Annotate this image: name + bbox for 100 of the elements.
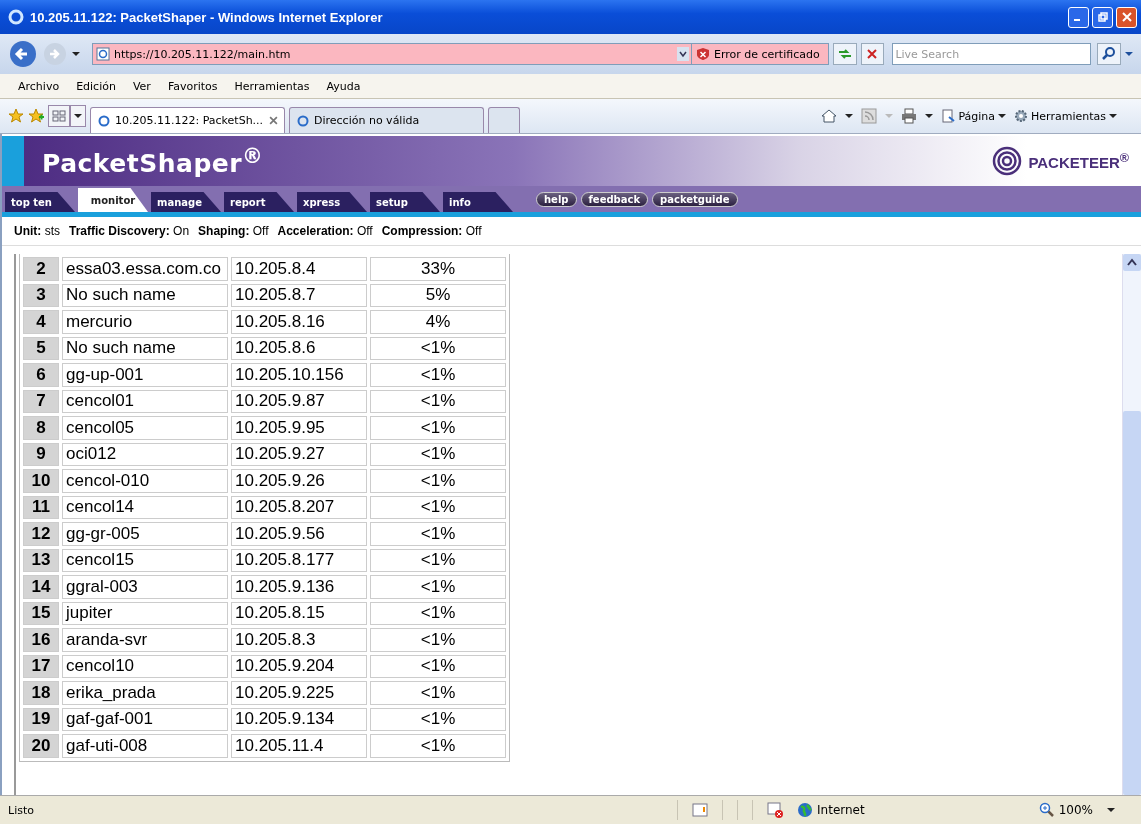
table-cell: 2	[23, 257, 59, 281]
status-item: Traffic Discovery: On	[69, 224, 190, 238]
table-cell: cencol10	[62, 654, 228, 678]
new-tab-button[interactable]	[488, 107, 520, 133]
browser-tab[interactable]: Dirección no válida	[289, 107, 484, 133]
certificate-error-button[interactable]: Error de certificado	[690, 43, 829, 65]
table-cell: oci012	[62, 442, 228, 466]
table-cell: essa03.essa.com.co	[62, 257, 228, 281]
table-cell: mercurio	[62, 310, 228, 334]
browser-logo-icon	[296, 113, 310, 128]
table-cell: <1%	[370, 575, 506, 599]
table-cell: erika_prada	[62, 681, 228, 705]
dropdown-icon[interactable]	[1125, 52, 1133, 56]
dropdown-icon[interactable]	[845, 114, 854, 118]
restore-icon	[1096, 11, 1109, 23]
zoom-control[interactable]: 100%	[1038, 802, 1093, 818]
table-cell: 5	[23, 336, 59, 360]
table-cell: 20	[23, 734, 59, 758]
caret-icon	[74, 114, 82, 118]
table-cell: 10.205.8.7	[231, 283, 367, 307]
minimize-button[interactable]	[1068, 6, 1089, 28]
browser-logo-icon	[8, 9, 24, 25]
warning-icon	[692, 802, 709, 818]
table-cell: 10.205.9.134	[231, 707, 367, 731]
table-cell: <1%	[370, 548, 506, 572]
stop-button[interactable]	[860, 43, 885, 65]
table-cell: <1%	[370, 416, 506, 440]
table-cell: 10.205.9.27	[231, 442, 367, 466]
dropdown-icon[interactable]	[925, 114, 934, 118]
table-cell: 10.205.9.95	[231, 416, 367, 440]
back-button[interactable]	[8, 39, 38, 69]
table-cell: <1%	[370, 654, 506, 678]
address-field[interactable]: https://10.205.11.122/main.htm	[91, 43, 692, 65]
table-cell: <1%	[370, 336, 506, 360]
table-cell: 4	[23, 310, 59, 334]
window-title: 10.205.11.122: PacketShaper - Windows Internet Explorer	[30, 9, 384, 25]
table-cell: <1%	[370, 734, 506, 758]
table-cell: 10.205.9.225	[231, 681, 367, 705]
table-cell: <1%	[370, 601, 506, 625]
menu-item[interactable]: Ver	[132, 79, 151, 93]
tab-list-button[interactable]	[70, 105, 86, 127]
table-cell: 11	[23, 495, 59, 519]
page-menu-button[interactable]: Página	[941, 109, 1007, 123]
table-cell: 10.205.10.156	[231, 363, 367, 387]
table-cell: gaf-gaf-001	[62, 707, 228, 731]
search-button[interactable]	[1097, 43, 1122, 65]
table-cell: 10.205.8.3	[231, 628, 367, 652]
table-cell: No such name	[62, 336, 228, 360]
status-item: Unit: sts	[14, 224, 60, 238]
table-cell: 12	[23, 522, 59, 546]
print-icon[interactable]	[901, 108, 918, 124]
dropdown-icon[interactable]	[72, 52, 80, 56]
table-cell: 10.205.11.4	[231, 734, 367, 758]
status-item: Shaping: Off	[198, 224, 269, 238]
nav-tab[interactable]: manage	[151, 192, 221, 212]
close-button[interactable]	[1116, 6, 1137, 28]
nav-tab[interactable]: xpress	[297, 192, 367, 212]
close-tab-icon[interactable]	[269, 116, 278, 125]
page-icon	[941, 109, 956, 123]
add-favorite-icon[interactable]	[28, 108, 44, 124]
nav-button[interactable]: packetguide	[652, 191, 738, 207]
table-cell: gg-up-001	[62, 363, 228, 387]
table-cell: cencol15	[62, 548, 228, 572]
star-icon[interactable]	[8, 108, 24, 124]
nav-tab[interactable]: setup	[370, 192, 440, 212]
dropdown-icon[interactable]	[676, 47, 689, 61]
nav-button[interactable]: help	[536, 191, 577, 207]
nav-tab[interactable]: top ten	[5, 192, 75, 212]
table-cell: <1%	[370, 628, 506, 652]
menu-item[interactable]: Ayuda	[326, 79, 361, 93]
table-cell: 10.205.8.16	[231, 310, 367, 334]
tools-menu-button[interactable]: Herramientas	[1014, 109, 1117, 123]
menu-item[interactable]: Herramientas	[234, 79, 310, 93]
search-field[interactable]: Live Search	[892, 43, 1092, 65]
nav-tab[interactable]: monitor	[78, 188, 148, 212]
table-cell: 10.205.9.136	[231, 575, 367, 599]
table-cell: 14	[23, 575, 59, 599]
spiral-logo-icon	[992, 146, 1023, 176]
dropdown-icon[interactable]	[1107, 808, 1115, 812]
table-cell: 9	[23, 442, 59, 466]
restore-button[interactable]	[1092, 6, 1113, 28]
table-cell: <1%	[370, 681, 506, 705]
table-cell: cencol01	[62, 389, 228, 413]
shield-icon	[695, 47, 710, 61]
nav-tab[interactable]: info	[443, 192, 513, 212]
table-cell: 8	[23, 416, 59, 440]
menu-item[interactable]: Archivo	[18, 79, 60, 93]
menu-item[interactable]: Edición	[76, 79, 116, 93]
browser-tab[interactable]: 10.205.11.122: PacketSh...	[90, 107, 285, 133]
nav-tab[interactable]: report	[224, 192, 294, 212]
globe-icon	[797, 802, 814, 818]
table-cell: No such name	[62, 283, 228, 307]
product-title: PacketShaper$^{®}$	[42, 143, 265, 179]
nav-button[interactable]: feedback	[580, 191, 649, 207]
home-icon[interactable]	[821, 108, 838, 124]
menu-item[interactable]: Favoritos	[167, 79, 218, 93]
refresh-button[interactable]	[832, 43, 857, 65]
company-logo: PACKETEER$^{®}$	[992, 146, 1141, 176]
scroll-up-icon[interactable]	[1123, 254, 1141, 271]
scrollbar[interactable]	[1122, 254, 1141, 795]
